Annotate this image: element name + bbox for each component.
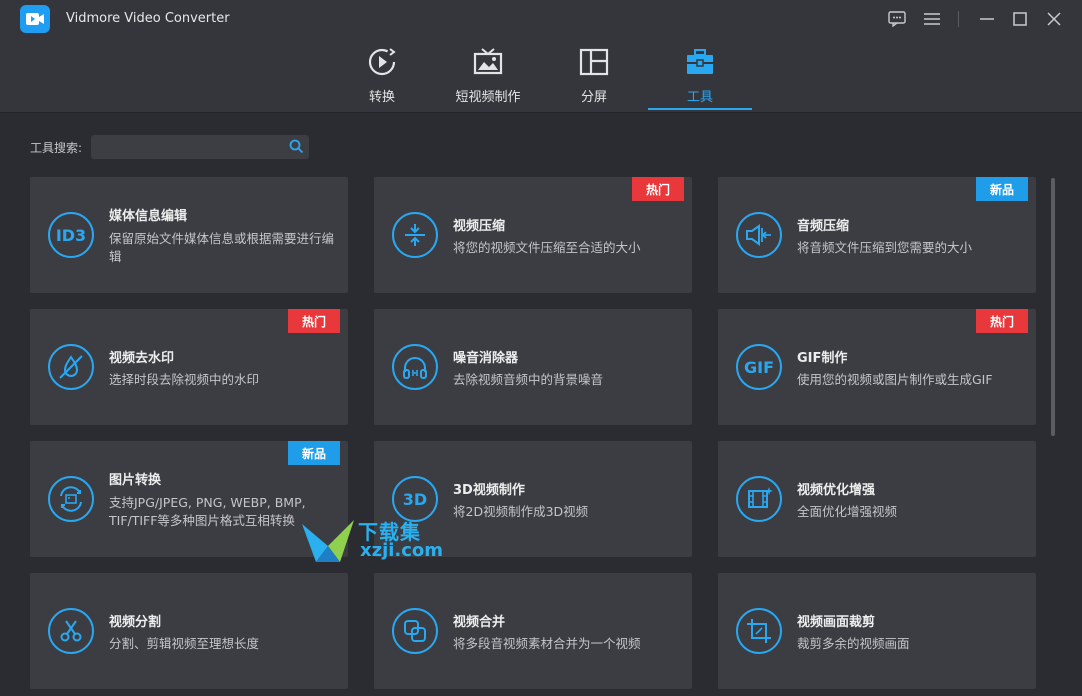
app-logo-icon: [20, 5, 50, 33]
maximize-icon[interactable]: [1009, 8, 1031, 30]
tab-label: 分屏: [580, 90, 607, 105]
image-convert-icon: [48, 476, 94, 522]
remove-watermark-icon: [48, 344, 94, 390]
tab-split-screen[interactable]: 分屏: [542, 44, 646, 110]
tool-title: 音频压缩: [797, 219, 850, 234]
scrollbar-thumb[interactable]: [1051, 178, 1055, 436]
new-badge: 新品: [288, 441, 340, 465]
tool-card-video-enhance[interactable]: 视频优化增强 全面优化增强视频: [718, 441, 1036, 557]
headphones-icon: [392, 344, 438, 390]
watermark-logo-icon: [302, 520, 354, 562]
tool-card-video-split[interactable]: 视频分割 分割、剪辑视频至理想长度: [30, 573, 348, 689]
search-label: 工具搜索:: [30, 141, 83, 155]
tool-desc: 全面优化增强视频: [797, 504, 898, 519]
tool-desc: 裁剪多余的视频画面: [797, 636, 910, 651]
title-bar: Vidmore Video Converter 转换 短视频制作 分屏 工具: [0, 0, 1082, 113]
separator: [958, 11, 959, 27]
feedback-icon[interactable]: [886, 8, 908, 30]
gif-icon: GIF: [736, 344, 782, 390]
tool-card-gif-maker[interactable]: GIF GIF制作 使用您的视频或图片制作或生成GIF 热门: [718, 309, 1036, 425]
convert-icon: [330, 44, 434, 80]
tool-desc: 将您的视频文件压缩至合适的大小: [453, 240, 641, 255]
merge-icon: [392, 608, 438, 654]
tool-desc: 保留原始文件媒体信息或根据需要进行编辑: [109, 231, 335, 264]
tool-desc: 使用您的视频或图片制作或生成GIF: [797, 372, 993, 387]
compress-icon: [392, 212, 438, 258]
tool-desc: 分割、剪辑视频至理想长度: [109, 636, 260, 651]
close-icon[interactable]: [1043, 8, 1065, 30]
tool-title: 3D视频制作: [453, 483, 525, 498]
new-badge: 新品: [976, 177, 1028, 201]
search-icon[interactable]: [289, 139, 304, 158]
hot-badge: 热门: [632, 177, 684, 201]
tool-desc: 将音频文件压缩到您需要的大小: [797, 240, 973, 255]
tool-title: 噪音消除器: [453, 351, 519, 366]
scissors-icon: [48, 608, 94, 654]
tv-icon: [436, 44, 540, 80]
tool-desc: 去除视频音频中的背景噪音: [453, 372, 604, 387]
tool-title: 视频去水印: [109, 351, 175, 366]
audio-compress-icon: [736, 212, 782, 258]
tool-title: 图片转换: [109, 473, 162, 488]
tool-desc: 将2D视频制作成3D视频: [453, 504, 589, 519]
tab-short-video[interactable]: 短视频制作: [436, 44, 540, 110]
hot-badge: 热门: [288, 309, 340, 333]
enhance-icon: [736, 476, 782, 522]
watermark-url: xzji.com: [360, 540, 444, 561]
toolbox-icon: [648, 44, 752, 80]
tool-desc: 选择时段去除视频中的水印: [109, 372, 260, 387]
tool-title: GIF制作: [797, 351, 848, 366]
tool-title: 视频画面裁剪: [797, 615, 876, 630]
tool-card-remove-watermark[interactable]: 视频去水印 选择时段去除视频中的水印 热门: [30, 309, 348, 425]
tool-card-media-info[interactable]: ID3 媒体信息编辑 保留原始文件媒体信息或根据需要进行编辑: [30, 177, 348, 293]
tab-label: 转换: [368, 90, 395, 105]
hot-badge: 热门: [976, 309, 1028, 333]
tool-card-noise-removal[interactable]: 噪音消除器 去除视频音频中的背景噪音: [374, 309, 692, 425]
tab-label: 短视频制作: [455, 90, 521, 105]
tool-title: 视频优化增强: [797, 483, 876, 498]
site-watermark: 下载集 xzji.com: [300, 516, 450, 566]
search-input[interactable]: [97, 137, 281, 159]
tool-title: 媒体信息编辑: [109, 209, 188, 224]
tool-card-audio-compress[interactable]: 音频压缩 将音频文件压缩到您需要的大小 新品: [718, 177, 1036, 293]
tool-title: 视频合并: [453, 615, 506, 630]
tab-convert[interactable]: 转换: [330, 44, 434, 110]
search-field[interactable]: [91, 135, 309, 159]
id3-icon: ID3: [48, 212, 94, 258]
menu-icon[interactable]: [921, 8, 943, 30]
tool-card-video-crop[interactable]: 视频画面裁剪 裁剪多余的视频画面: [718, 573, 1036, 689]
tool-desc: 将多段音视频素材合并为一个视频: [453, 636, 641, 651]
tab-tools[interactable]: 工具: [648, 44, 752, 110]
app-title: Vidmore Video Converter: [66, 11, 230, 26]
tool-card-video-merge[interactable]: 视频合并 将多段音视频素材合并为一个视频: [374, 573, 692, 689]
tool-title: 视频压缩: [453, 219, 506, 234]
tool-card-video-compress[interactable]: 视频压缩 将您的视频文件压缩至合适的大小 热门: [374, 177, 692, 293]
tab-label: 工具: [686, 90, 713, 105]
minimize-icon[interactable]: [976, 8, 998, 30]
tool-title: 视频分割: [109, 615, 162, 630]
crop-icon: [736, 608, 782, 654]
split-screen-icon: [542, 44, 646, 80]
